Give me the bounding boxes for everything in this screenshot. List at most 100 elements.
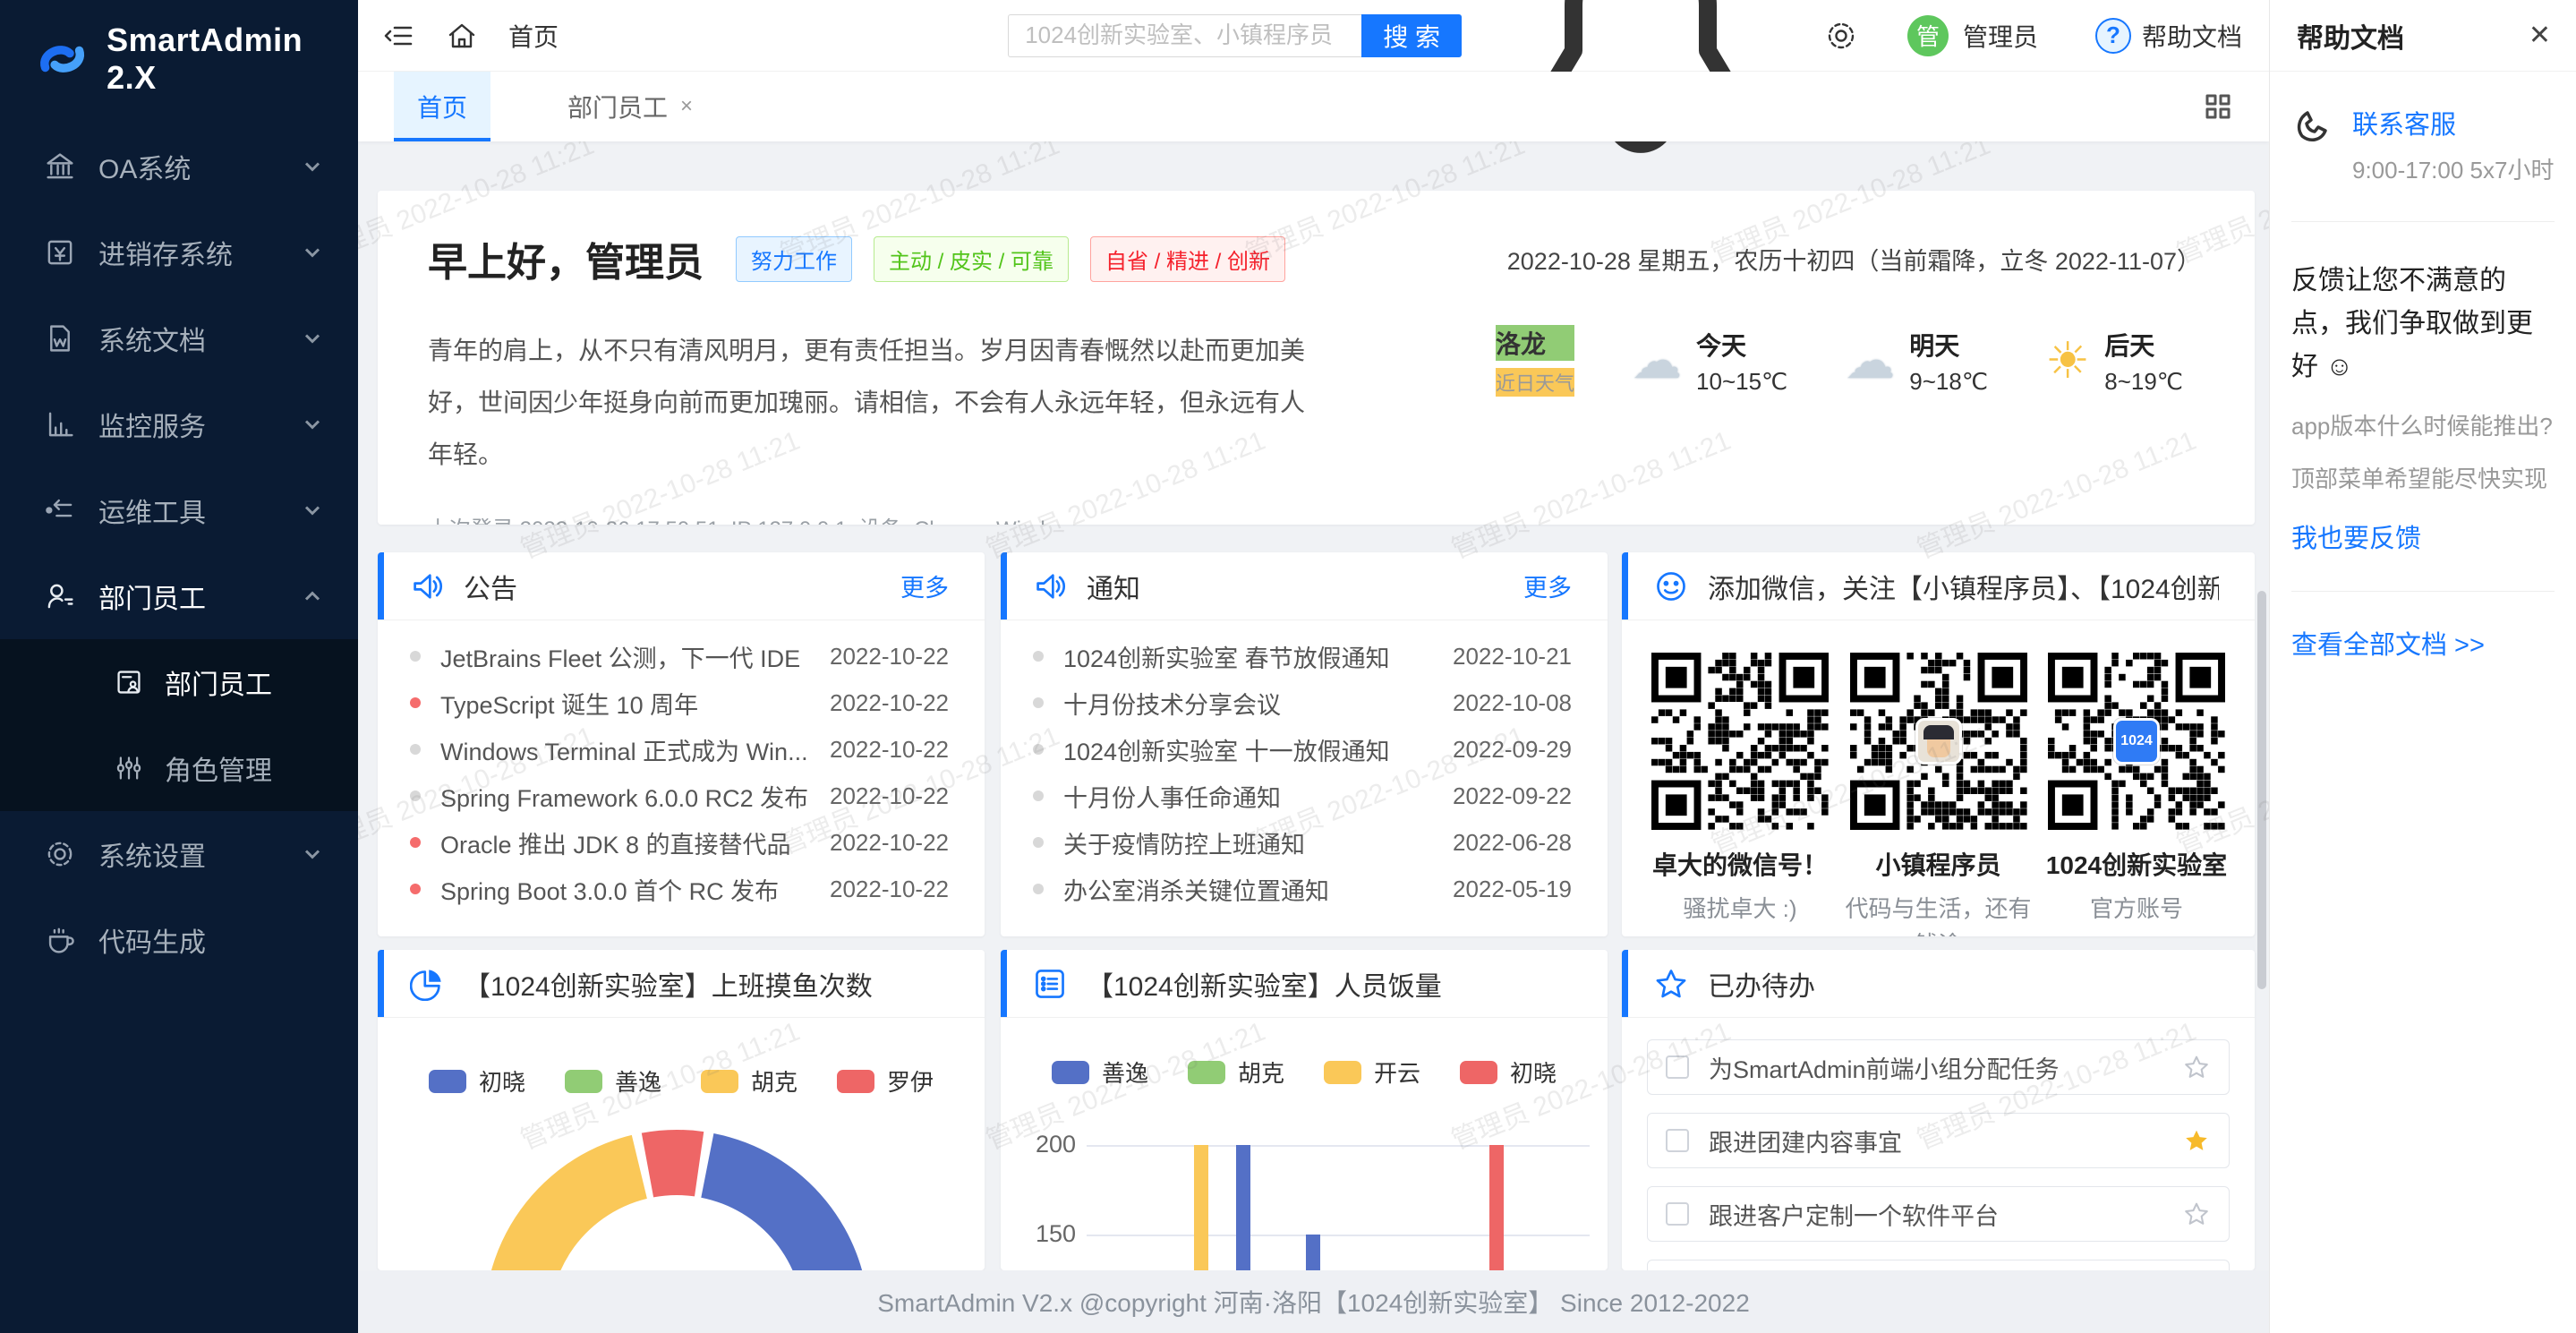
- sidebar-item-ops[interactable]: 运维工具: [0, 467, 358, 553]
- bar-善逸: [1236, 1145, 1250, 1270]
- legend-item[interactable]: 胡克: [701, 1064, 798, 1098]
- sidebar-item-oa[interactable]: OA系统: [0, 124, 358, 209]
- legend-item[interactable]: 善逸: [565, 1064, 661, 1098]
- list-item[interactable]: 关于疫情防控上班通知2022-06-28: [1033, 819, 1572, 866]
- chevron-down-icon: [303, 848, 322, 860]
- date-line: 2022-10-28 星期五，农历十初四（当前霜降，立冬 2022-11-07）: [1507, 242, 2201, 277]
- sidebar-item-employees[interactable]: 部门员工: [0, 553, 358, 639]
- tab-employees[interactable]: 部门员工 ×: [544, 72, 716, 141]
- people-icon: [45, 581, 75, 611]
- document-icon: [45, 323, 75, 354]
- list-item[interactable]: 办公室消杀关键位置通知2022-05-19: [1033, 866, 1572, 912]
- legend-item[interactable]: 开云: [1324, 1055, 1420, 1089]
- settings-gear-icon[interactable]: [1825, 20, 1857, 52]
- search-input[interactable]: [1008, 14, 1361, 57]
- greeting-card: 早上好，管理员 努力工作 主动 / 皮实 / 可靠 自省 / 精进 / 创新 2…: [378, 191, 2255, 525]
- sidebar-item-settings[interactable]: 系统设置: [0, 811, 358, 897]
- qr-code: 1024: [2048, 653, 2225, 830]
- collapse-sidebar-icon[interactable]: [383, 20, 415, 52]
- avatar[interactable]: 管: [1907, 15, 1949, 56]
- vertical-scrollbar[interactable]: [2257, 591, 2266, 989]
- todo-item[interactable]: 跟进团建内容事宜: [1647, 1113, 2230, 1168]
- todo-item[interactable]: 为SmartAdmin前端小组分配任务: [1647, 1039, 2230, 1095]
- list-item[interactable]: 1024创新实验室 十一放假通知2022-09-29: [1033, 726, 1572, 773]
- view-all-docs-link[interactable]: 查看全部文档 >>: [2270, 592, 2576, 662]
- checkbox[interactable]: [1666, 1129, 1689, 1152]
- legend-item[interactable]: 初晓: [429, 1064, 525, 1098]
- list-item[interactable]: Oracle 推出 JDK 8 的直接替代品2022-10-22: [410, 819, 949, 866]
- star-outline-icon[interactable]: [2182, 1053, 2211, 1081]
- y-tick: 150: [1013, 1220, 1076, 1248]
- support-hours: 9:00-17:00 5x7小时: [2352, 152, 2554, 185]
- todo-item[interactable]: 跟进客户定制一个软件平台: [1647, 1186, 2230, 1242]
- breadcrumb[interactable]: 首页: [508, 18, 559, 54]
- username[interactable]: 管理员: [1963, 18, 2038, 54]
- main-column: 首页 搜 索 12 管 管理员 ? 帮助文档 首页 部门员工: [358, 0, 2269, 1333]
- home-icon[interactable]: [446, 20, 478, 52]
- star-outline-icon[interactable]: [2182, 1200, 2211, 1228]
- tab-close-icon[interactable]: ×: [680, 94, 693, 119]
- sidebar-item-label: 系统文档: [98, 319, 303, 358]
- todo-list: 为SmartAdmin前端小组分配任务 跟进团建内容事宜 跟进客户定制一个软件平…: [1622, 1018, 2255, 1270]
- list-item[interactable]: 1024创新实验室 春节放假通知2022-10-21: [1033, 633, 1572, 679]
- sidebar-item-erp[interactable]: 进销存系统: [0, 209, 358, 295]
- sidebar-subitem-employees[interactable]: 部门员工: [0, 639, 358, 725]
- legend-swatch: [565, 1070, 602, 1093]
- tab-home[interactable]: 首页: [394, 72, 490, 141]
- sidebar-item-monitor[interactable]: 监控服务: [0, 381, 358, 467]
- sidebar-item-label: 系统设置: [98, 834, 303, 874]
- announcement-more-link[interactable]: 更多: [900, 568, 949, 603]
- help-panel-title: 帮助文档: [2297, 16, 2404, 56]
- search-button[interactable]: 搜 索: [1361, 14, 1462, 57]
- qr-code: [1651, 653, 1829, 830]
- sidebar-submenu: 部门员工 角色管理: [0, 639, 358, 811]
- checkbox[interactable]: [1666, 1055, 1689, 1079]
- legend-item[interactable]: 善逸: [1052, 1055, 1148, 1089]
- cloud-icon: ☁: [1845, 336, 1895, 386]
- qr-figure-1024lab: 1024 1024创新实验室 官方账号: [2042, 653, 2231, 936]
- gear-icon: [45, 839, 75, 869]
- sun-icon: ☀: [2045, 336, 2090, 386]
- status-dot: [410, 790, 421, 801]
- cloud-icon: ☁: [1632, 336, 1682, 386]
- list-item[interactable]: 十月份人事任命通知2022-09-22: [1033, 773, 1572, 819]
- contact-support-link[interactable]: 联系客服: [2352, 104, 2554, 141]
- speaker-icon: [410, 569, 444, 603]
- sidebar-item-codegen[interactable]: 代码生成: [0, 897, 358, 983]
- notice-more-link[interactable]: 更多: [1523, 568, 1572, 603]
- list-item[interactable]: Spring Framework 6.0.0 RC2 发布2022-10-22: [410, 773, 949, 819]
- help-docs-link[interactable]: ? 帮助文档: [2095, 18, 2242, 54]
- chevron-down-icon: [303, 418, 322, 431]
- idcard-icon: [115, 668, 143, 696]
- legend-swatch: [1460, 1061, 1497, 1084]
- list-item[interactable]: Windows Terminal 正式成为 Win...2022-10-22: [410, 726, 949, 773]
- legend-item[interactable]: 罗伊: [837, 1064, 934, 1098]
- list-item[interactable]: TypeScript 诞生 10 周年2022-10-22: [410, 679, 949, 726]
- legend-item[interactable]: 初晓: [1460, 1055, 1557, 1089]
- legend-swatch: [701, 1070, 738, 1093]
- sidebar-subitem-roles[interactable]: 角色管理: [0, 725, 358, 811]
- legend-item[interactable]: 胡克: [1188, 1055, 1284, 1089]
- donut-chart: [378, 1018, 985, 1270]
- give-feedback-link[interactable]: 我也要反馈: [2291, 517, 2555, 555]
- last-login-info: 上次登录:2022-10-26 17:50:51; IP:127.0.0.1; …: [428, 511, 2201, 525]
- star-filled-icon[interactable]: [2182, 1126, 2211, 1155]
- card-title: 【1024创新实验室】人员饭量: [1087, 964, 1572, 1004]
- todo-item-clipped[interactable]: [1647, 1260, 2230, 1270]
- sidebar-item-label: 进销存系统: [98, 233, 303, 272]
- status-dot: [410, 651, 421, 662]
- smiley-icon: [1654, 569, 1688, 603]
- close-icon[interactable]: ✕: [2529, 20, 2551, 51]
- sidebar-item-docs[interactable]: 系统文档: [0, 295, 358, 381]
- topbar: 首页 搜 索 12 管 管理员 ? 帮助文档: [358, 0, 2269, 72]
- logo[interactable]: SmartAdmin 2.X: [0, 0, 358, 115]
- list-item[interactable]: JetBrains Fleet 公测，下一代 IDE2022-10-22: [410, 633, 949, 679]
- status-dot: [1033, 744, 1044, 755]
- wechat-card: 添加微信，关注【小镇程序员】、【1024创新实验室】 卓大的微信号！ 骚扰卓大 …: [1622, 552, 2255, 936]
- list-item[interactable]: 十月份技术分享会议2022-10-08: [1033, 679, 1572, 726]
- chevron-down-icon: [303, 246, 322, 259]
- tab-layout-grid-icon[interactable]: [2203, 91, 2233, 122]
- list-item[interactable]: Spring Boot 3.0.0 首个 RC 发布2022-10-22: [410, 866, 949, 912]
- checkbox[interactable]: [1666, 1202, 1689, 1226]
- feedback-title: 反馈让您不满意的点，我们争取做到更好 ☺: [2291, 260, 2555, 389]
